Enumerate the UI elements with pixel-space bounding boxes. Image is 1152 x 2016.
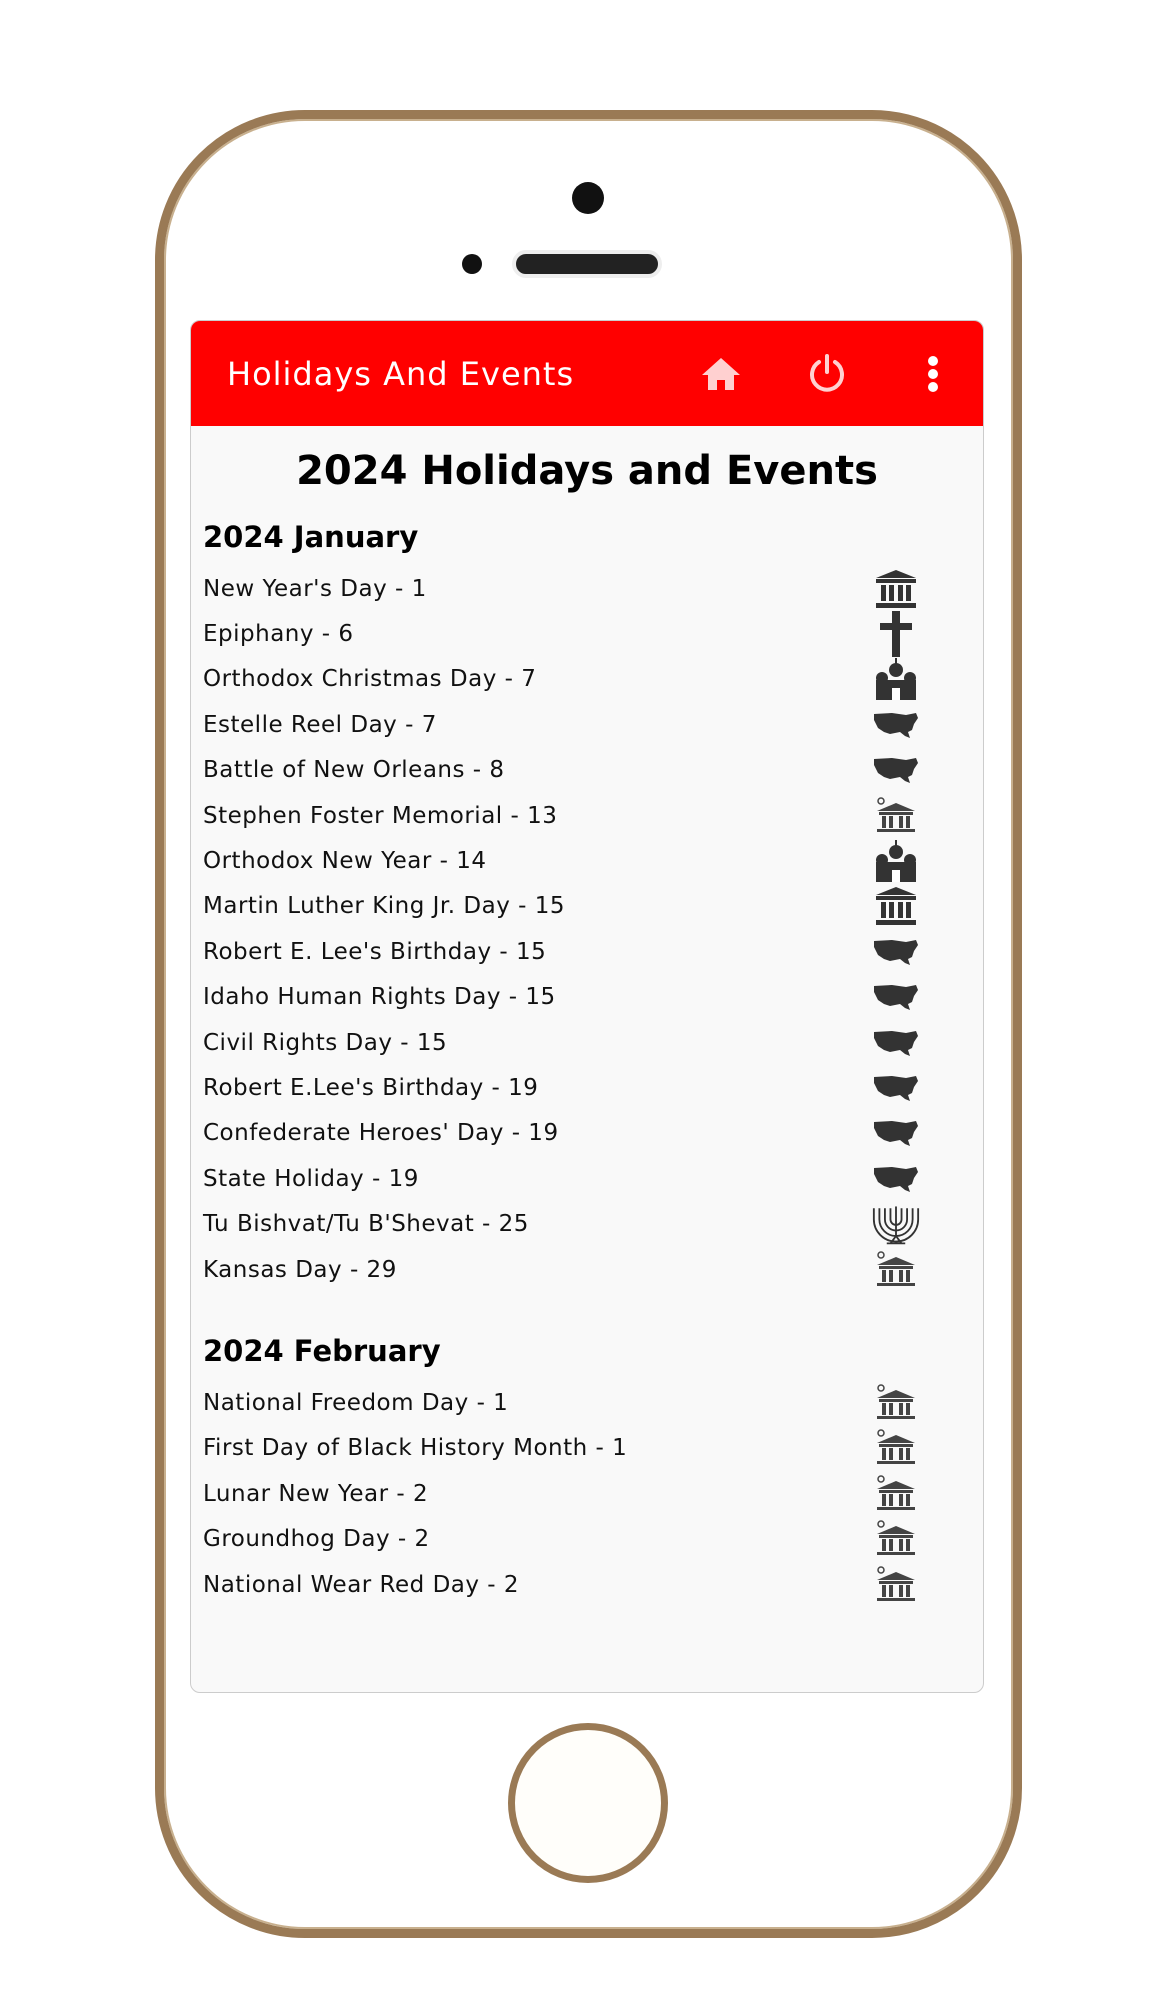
holiday-name: Epiphany - 6 [203,621,354,648]
home-icon[interactable] [691,344,751,404]
holiday-list[interactable]: 2024 Holidays and Events 2024 January New… [191,426,983,1602]
holiday-row[interactable]: Robert E. Lee's Birthday - 15 [191,929,983,974]
power-icon[interactable] [797,344,857,404]
app-title: Holidays And Events [227,354,575,393]
holiday-row[interactable]: Stephen Foster Memorial - 13 [191,793,983,838]
holiday-name: Robert E.Lee's Birthday - 19 [203,1074,539,1101]
holiday-name: Stephen Foster Memorial - 13 [203,802,558,829]
month-header: 2024 February [203,1334,441,1369]
speaker [512,250,662,278]
holiday-name: First Day of Black History Month - 1 [203,1435,628,1462]
holiday-row[interactable]: Lunar New Year - 2 [191,1471,983,1516]
holiday-name: Martin Luther King Jr. Day - 15 [203,893,566,920]
usmap-icon [872,1022,920,1064]
holiday-name: National Wear Red Day - 2 [203,1571,520,1598]
holiday-name: Lunar New Year - 2 [203,1480,429,1507]
holiday-name: Idaho Human Rights Day - 15 [203,984,556,1011]
holiday-row[interactable]: State Holiday - 19 [191,1156,983,1201]
courthouse-icon [872,1382,920,1424]
holiday-row[interactable]: Kansas Day - 29 [191,1247,983,1292]
camera [572,182,604,214]
holiday-row[interactable]: New Year's Day - 1 [191,566,983,611]
courthouse-icon [872,1564,920,1603]
page-title: 2024 Holidays and Events [296,448,878,494]
holiday-name: Kansas Day - 29 [203,1256,397,1283]
courthouse-icon [872,1518,920,1560]
menorah-icon [872,1203,920,1245]
courthouse-icon [872,1249,920,1291]
holiday-name: Civil Rights Day - 15 [203,1029,448,1056]
holiday-name: Orthodox New Year - 14 [203,848,487,875]
holiday-row[interactable]: Robert E.Lee's Birthday - 19 [191,1065,983,1110]
orthodox-icon [872,658,920,701]
usmap-icon [872,1067,920,1109]
orthodox-icon [872,840,920,883]
federal-icon [872,885,920,927]
usmap-icon [872,1112,920,1154]
courthouse-icon [872,1473,920,1515]
holiday-name: Tu Bishvat/Tu B'Shevat - 25 [203,1211,529,1238]
holiday-row[interactable]: National Freedom Day - 1 [191,1380,983,1425]
holiday-row[interactable]: Idaho Human Rights Day - 15 [191,975,983,1020]
month-header: 2024 January [203,520,419,554]
federal-icon [872,568,920,610]
holiday-row[interactable]: Groundhog Day - 2 [191,1516,983,1561]
holiday-name: Confederate Heroes' Day - 19 [203,1120,559,1147]
holiday-row[interactable]: Estelle Reel Day - 7 [191,702,983,747]
holiday-row[interactable]: Orthodox Christmas Day - 7 [191,657,983,702]
holiday-name: Battle of New Orleans - 8 [203,757,505,784]
holiday-name: New Year's Day - 1 [203,575,427,602]
holiday-row[interactable]: Orthodox New Year - 14 [191,838,983,883]
holiday-name: State Holiday - 19 [203,1165,419,1192]
holiday-name: Orthodox Christmas Day - 7 [203,666,537,693]
holiday-row[interactable]: Tu Bishvat/Tu B'Shevat - 25 [191,1201,983,1246]
holiday-name: Estelle Reel Day - 7 [203,711,437,738]
holiday-row[interactable]: First Day of Black History Month - 1 [191,1426,983,1471]
home-hardware-button[interactable] [508,1723,668,1883]
holiday-row[interactable]: National Wear Red Day - 2 [191,1562,983,1602]
cross-icon [872,611,920,658]
holiday-row[interactable]: Civil Rights Day - 15 [191,1020,983,1065]
courthouse-icon [872,795,920,837]
holiday-name: National Freedom Day - 1 [203,1389,509,1416]
holiday-row[interactable]: Epiphany - 6 [191,611,983,658]
holiday-name: Robert E. Lee's Birthday - 15 [203,938,547,965]
courthouse-icon [872,1427,920,1469]
holiday-row[interactable]: Martin Luther King Jr. Day - 15 [191,884,983,929]
holiday-row[interactable]: Confederate Heroes' Day - 19 [191,1111,983,1156]
usmap-icon [872,704,920,746]
holiday-name: Groundhog Day - 2 [203,1526,430,1553]
usmap-icon [872,931,920,973]
usmap-icon [872,976,920,1018]
app-screen: Holidays And Events 2024 Holidays and Ev… [190,320,984,1693]
usmap-icon [872,1158,920,1200]
usmap-icon [872,749,920,791]
more-vert-icon[interactable] [903,344,963,404]
sensor [462,254,482,274]
app-bar: Holidays And Events [191,321,983,426]
holiday-row[interactable]: Battle of New Orleans - 8 [191,748,983,793]
